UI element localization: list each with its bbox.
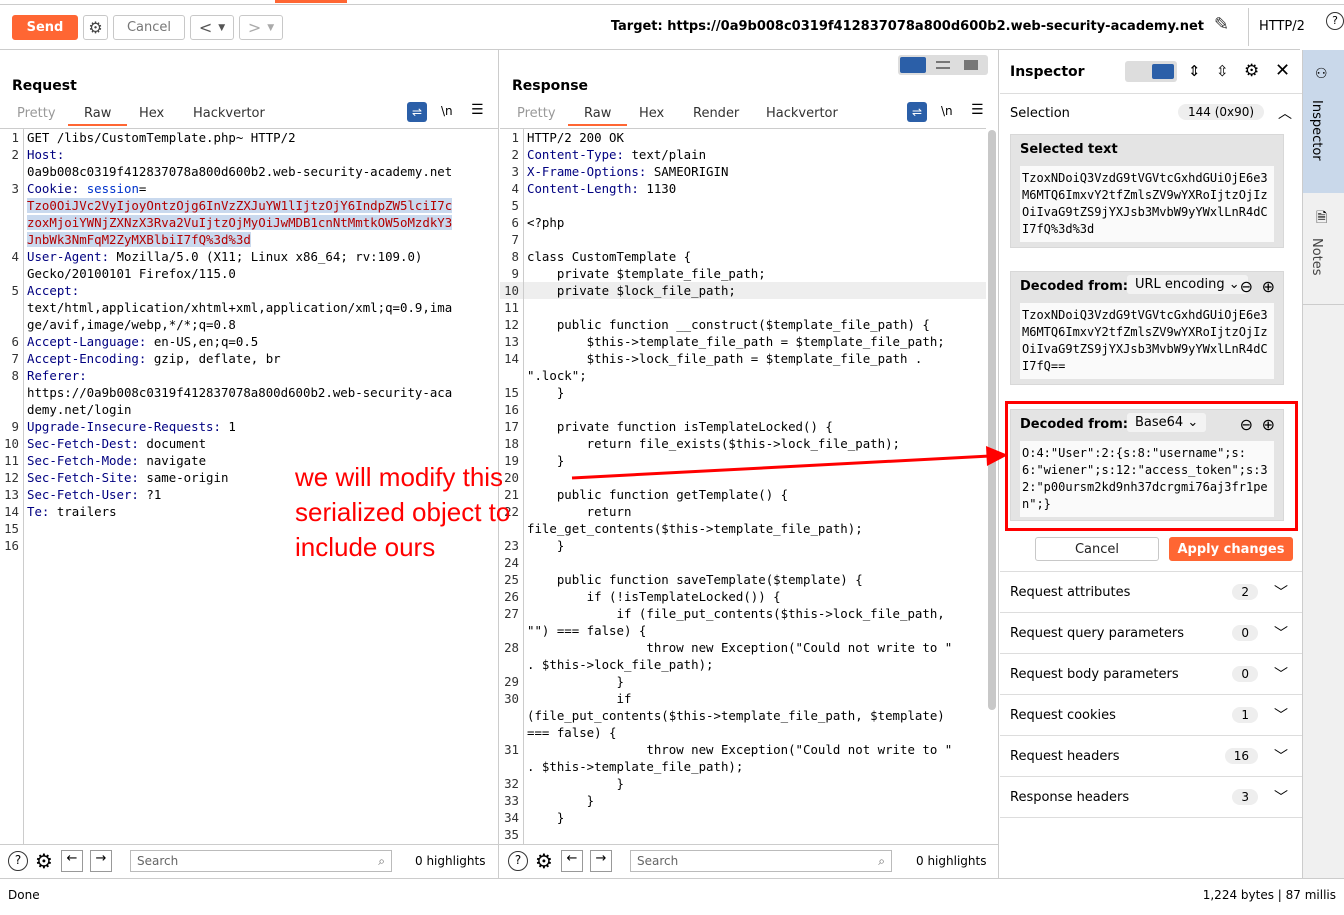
status-text: Done <box>8 888 40 902</box>
annotation-arrow <box>571 446 1008 480</box>
response-stats: 1,224 bytes | 87 millis <box>1202 888 1336 902</box>
